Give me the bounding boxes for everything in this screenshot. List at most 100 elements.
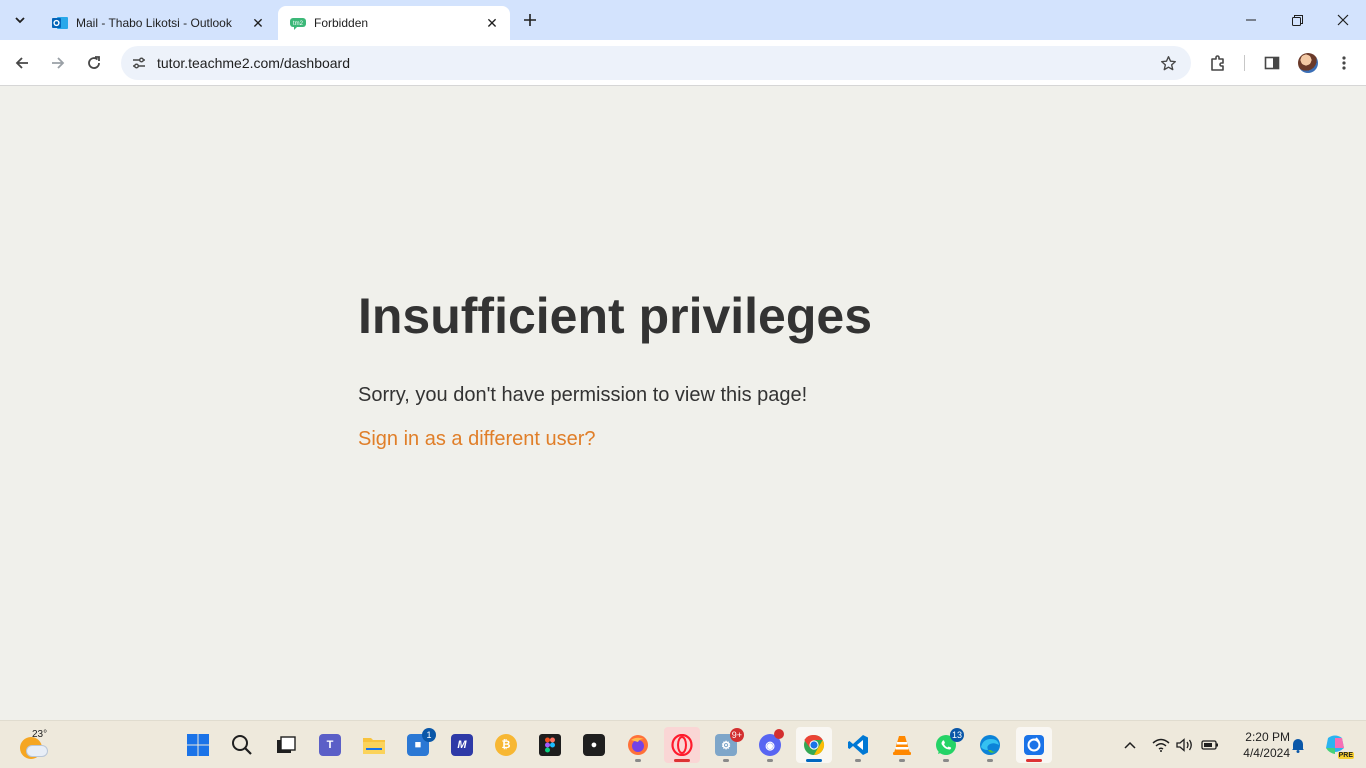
windows-icon bbox=[187, 734, 209, 756]
plus-icon bbox=[524, 14, 536, 26]
battery-icon bbox=[1201, 740, 1218, 750]
taskbar-app-github[interactable]: ● bbox=[576, 727, 612, 763]
restore-button[interactable] bbox=[1274, 0, 1320, 40]
restore-icon bbox=[1291, 14, 1303, 26]
page-title: Insufficient privileges bbox=[358, 288, 873, 344]
side-panel-button[interactable] bbox=[1258, 49, 1286, 77]
sign-in-different-user-link[interactable]: Sign in as a different user? bbox=[358, 428, 596, 451]
taskbar-search-button[interactable] bbox=[224, 727, 260, 763]
side-panel-icon bbox=[1264, 56, 1280, 70]
weather-widget[interactable]: 23° bbox=[18, 729, 52, 761]
volume-status[interactable] bbox=[1174, 733, 1196, 757]
site-info-button[interactable] bbox=[127, 51, 151, 75]
tune-icon bbox=[133, 57, 145, 69]
taskbar-app-store[interactable]: ■ 1 bbox=[400, 727, 436, 763]
chrome-icon bbox=[804, 734, 825, 756]
taskbar-app-edge[interactable] bbox=[972, 727, 1008, 763]
task-view-icon bbox=[277, 736, 296, 753]
outlook-icon bbox=[52, 15, 68, 31]
notification-badge: 9+ bbox=[729, 728, 744, 742]
snip-icon bbox=[1024, 735, 1044, 755]
reload-button[interactable] bbox=[80, 49, 108, 77]
forward-button[interactable] bbox=[44, 49, 72, 77]
taskbar-app-snipping-tool[interactable] bbox=[1016, 727, 1052, 763]
taskbar-app-teams[interactable]: T bbox=[312, 727, 348, 763]
notification-badge: 13 bbox=[949, 728, 964, 742]
puzzle-icon bbox=[1211, 55, 1224, 71]
taskbar-app-figma[interactable] bbox=[532, 727, 568, 763]
profile-button[interactable] bbox=[1294, 49, 1322, 77]
search-icon bbox=[232, 735, 252, 755]
error-message: Sorry, you don't have permission to view… bbox=[358, 384, 808, 406]
taskbar-app-mathway[interactable]: M bbox=[444, 727, 480, 763]
chevron-down-icon bbox=[15, 17, 25, 24]
taskbar-app-whatsapp[interactable]: 13 bbox=[928, 727, 964, 763]
minimize-button[interactable] bbox=[1228, 0, 1274, 40]
svg-text:tm2: tm2 bbox=[293, 21, 304, 27]
notifications-button[interactable] bbox=[1288, 733, 1308, 757]
page-content: Insufficient privileges Sorry, you don't… bbox=[0, 87, 1366, 720]
wifi-status[interactable] bbox=[1150, 733, 1172, 757]
extensions-button[interactable] bbox=[1204, 49, 1232, 77]
task-view-button[interactable] bbox=[268, 727, 304, 763]
battery-status[interactable] bbox=[1199, 733, 1221, 757]
tab-strip: Mail - Thabo Likotsi - Outlook ✕ tm2 For… bbox=[0, 0, 1366, 40]
tab-outlook[interactable]: Mail - Thabo Likotsi - Outlook ✕ bbox=[40, 6, 276, 40]
menu-button[interactable] bbox=[1330, 49, 1358, 77]
edge-icon bbox=[980, 735, 1000, 755]
weather-cloud-icon bbox=[26, 745, 48, 757]
more-vert-icon bbox=[1342, 56, 1346, 70]
close-icon[interactable]: ✕ bbox=[484, 15, 500, 31]
taskbar-app-settings[interactable]: ⚙ 9+ bbox=[708, 727, 744, 763]
taskbar-app-bitcoin[interactable]: ₿ bbox=[488, 727, 524, 763]
address-bar[interactable]: tutor.teachme2.com/dashboard bbox=[121, 46, 1191, 80]
volume-icon bbox=[1176, 738, 1192, 752]
taskbar-app-opera[interactable] bbox=[664, 727, 700, 763]
weather-temp: 23° bbox=[32, 729, 48, 740]
avatar bbox=[1298, 53, 1318, 73]
taskbar-app-chrome[interactable] bbox=[796, 727, 832, 763]
star-icon bbox=[1160, 55, 1176, 70]
vscode-icon bbox=[848, 735, 868, 755]
mathway-icon: M bbox=[451, 734, 473, 756]
close-icon[interactable]: ✕ bbox=[250, 15, 266, 31]
url-text[interactable]: tutor.teachme2.com/dashboard bbox=[157, 55, 350, 71]
minimize-icon bbox=[1246, 19, 1256, 21]
github-icon: ● bbox=[583, 734, 605, 756]
taskbar-app-vscode[interactable] bbox=[840, 727, 876, 763]
teams-icon: T bbox=[319, 734, 341, 756]
taskbar-app-firefox[interactable] bbox=[620, 727, 656, 763]
bookmark-button[interactable] bbox=[1157, 52, 1179, 74]
back-button[interactable] bbox=[8, 49, 36, 77]
notification-dot bbox=[774, 729, 784, 739]
copilot-button[interactable]: PRE bbox=[1320, 733, 1354, 759]
new-tab-button[interactable] bbox=[518, 8, 542, 32]
close-icon bbox=[1337, 14, 1349, 26]
clock-date: 4/4/2024 bbox=[1243, 746, 1290, 760]
figma-icon bbox=[539, 734, 561, 756]
taskbar-app-vlc[interactable] bbox=[884, 727, 920, 763]
wifi-icon bbox=[1152, 738, 1170, 752]
copilot-badge: PRE bbox=[1337, 752, 1354, 759]
clock-time: 2:20 PM bbox=[1245, 730, 1290, 744]
arrow-right-icon bbox=[52, 57, 65, 69]
browser-toolbar: tutor.teachme2.com/dashboard bbox=[0, 40, 1366, 86]
show-hidden-icons-button[interactable] bbox=[1120, 733, 1140, 757]
start-button[interactable] bbox=[180, 727, 216, 763]
chevron-up-icon bbox=[1124, 741, 1136, 749]
tab-title: Forbidden bbox=[314, 16, 369, 30]
teachme2-icon: tm2 bbox=[290, 15, 306, 31]
reload-icon bbox=[88, 56, 100, 69]
close-window-button[interactable] bbox=[1320, 0, 1366, 40]
tab-search-button[interactable] bbox=[8, 8, 32, 32]
vlc-icon bbox=[893, 736, 911, 755]
taskbar-app-discord[interactable]: ◉ bbox=[752, 727, 788, 763]
bell-icon bbox=[1292, 739, 1304, 753]
tab-forbidden[interactable]: tm2 Forbidden ✕ bbox=[278, 6, 510, 40]
taskbar-app-file-explorer[interactable] bbox=[356, 727, 392, 763]
notification-badge: 1 bbox=[422, 728, 436, 742]
toolbar-divider bbox=[1244, 55, 1245, 71]
bitcoin-icon: ₿ bbox=[495, 734, 517, 756]
opera-icon bbox=[671, 734, 693, 756]
system-clock[interactable]: 2:20 PM 4/4/2024 bbox=[1226, 729, 1290, 761]
